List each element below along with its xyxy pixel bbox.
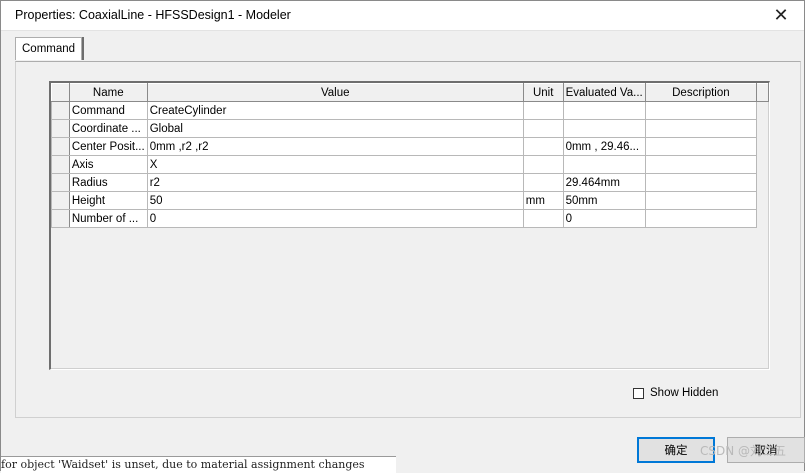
table-row[interactable]: Center Posit... 0mm ,r2 ,r2 0mm , 29.46.… (51, 137, 769, 156)
cell-unit[interactable] (522, 101, 564, 120)
cell-evaluated: 50mm (562, 191, 646, 210)
title-bar[interactable]: Properties: CoaxialLine - HFSSDesign1 - … (1, 1, 804, 31)
cell-unit[interactable] (522, 209, 564, 228)
table-row[interactable]: Coordinate ... Global (51, 119, 769, 138)
command-tab-panel: Name Value Unit Evaluated Va... Descript… (15, 61, 801, 418)
cell-evaluated (562, 101, 646, 120)
cell-unit[interactable] (522, 173, 564, 192)
cell-value[interactable]: 50 (146, 191, 524, 210)
row-header[interactable] (51, 101, 70, 120)
cell-description[interactable] (644, 119, 758, 138)
table-row[interactable]: Number of ... 0 0 (51, 209, 769, 228)
cell-value[interactable]: 0 (146, 209, 524, 228)
cell-description[interactable] (644, 191, 758, 210)
cell-description[interactable] (644, 155, 758, 174)
properties-dialog: Properties: CoaxialLine - HFSSDesign1 - … (0, 0, 805, 473)
row-header[interactable] (51, 137, 70, 156)
row-header[interactable] (51, 209, 70, 228)
tab-command[interactable]: Command (15, 37, 83, 60)
column-header-name[interactable]: Name (68, 83, 148, 102)
table-row[interactable]: Radius r2 29.464mm (51, 173, 769, 192)
table-row[interactable]: Command CreateCylinder (51, 101, 769, 120)
column-header-evaluated-value[interactable]: Evaluated Va... (562, 83, 646, 102)
row-header[interactable] (51, 119, 70, 138)
cell-description[interactable] (644, 209, 758, 228)
cell-evaluated: 0 (562, 209, 646, 228)
row-header[interactable] (51, 191, 70, 210)
cell-value[interactable]: Global (146, 119, 524, 138)
close-icon: ✕ (773, 5, 789, 25)
row-header-corner (51, 83, 70, 102)
show-hidden-option[interactable]: Show Hidden (633, 387, 718, 399)
property-grid: Name Value Unit Evaluated Va... Descript… (49, 81, 770, 370)
column-header-value[interactable]: Value (146, 83, 524, 102)
cell-evaluated (562, 119, 646, 138)
column-header-description[interactable]: Description (644, 83, 758, 102)
cell-value[interactable]: 0mm ,r2 ,r2 (146, 137, 524, 156)
cell-description[interactable] (644, 173, 758, 192)
close-button[interactable]: ✕ (758, 1, 804, 30)
show-hidden-checkbox[interactable] (633, 387, 644, 399)
cell-description[interactable] (644, 137, 758, 156)
background-message-window: for object 'Waidset' is unset, due to ma… (1, 456, 396, 473)
property-table: Name Value Unit Evaluated Va... Descript… (51, 83, 769, 228)
cell-unit[interactable] (522, 155, 564, 174)
column-header-filler (756, 83, 769, 102)
cell-name[interactable]: Number of ... (68, 209, 148, 228)
cell-description[interactable] (644, 101, 758, 120)
row-header[interactable] (51, 173, 70, 192)
window-title: Properties: CoaxialLine - HFSSDesign1 - … (15, 8, 291, 22)
cell-unit[interactable] (522, 137, 564, 156)
cell-name[interactable]: Height (68, 191, 148, 210)
cell-evaluated: 29.464mm (562, 173, 646, 192)
cell-unit[interactable]: mm (522, 191, 564, 210)
show-hidden-label: Show Hidden (650, 387, 719, 399)
watermark: CSDN @刘二五 (699, 444, 786, 458)
cell-evaluated: 0mm , 29.46... (562, 137, 646, 156)
row-header[interactable] (51, 155, 70, 174)
header-row: Name Value Unit Evaluated Va... Descript… (51, 83, 769, 102)
table-row[interactable]: Axis X (51, 155, 769, 174)
cell-name[interactable]: Radius (68, 173, 148, 192)
table-row[interactable]: Height 50 mm 50mm (51, 191, 769, 210)
cell-name[interactable]: Command (68, 101, 148, 120)
column-header-unit[interactable]: Unit (522, 83, 564, 102)
cell-unit[interactable] (522, 119, 564, 138)
tab-divider (82, 37, 84, 60)
cell-name[interactable]: Center Posit... (68, 137, 148, 156)
cell-value[interactable]: CreateCylinder (146, 101, 524, 120)
cell-name[interactable]: Axis (68, 155, 148, 174)
cell-value[interactable]: X (146, 155, 524, 174)
cell-evaluated (562, 155, 646, 174)
cell-value[interactable]: r2 (146, 173, 524, 192)
cell-name[interactable]: Coordinate ... (68, 119, 148, 138)
